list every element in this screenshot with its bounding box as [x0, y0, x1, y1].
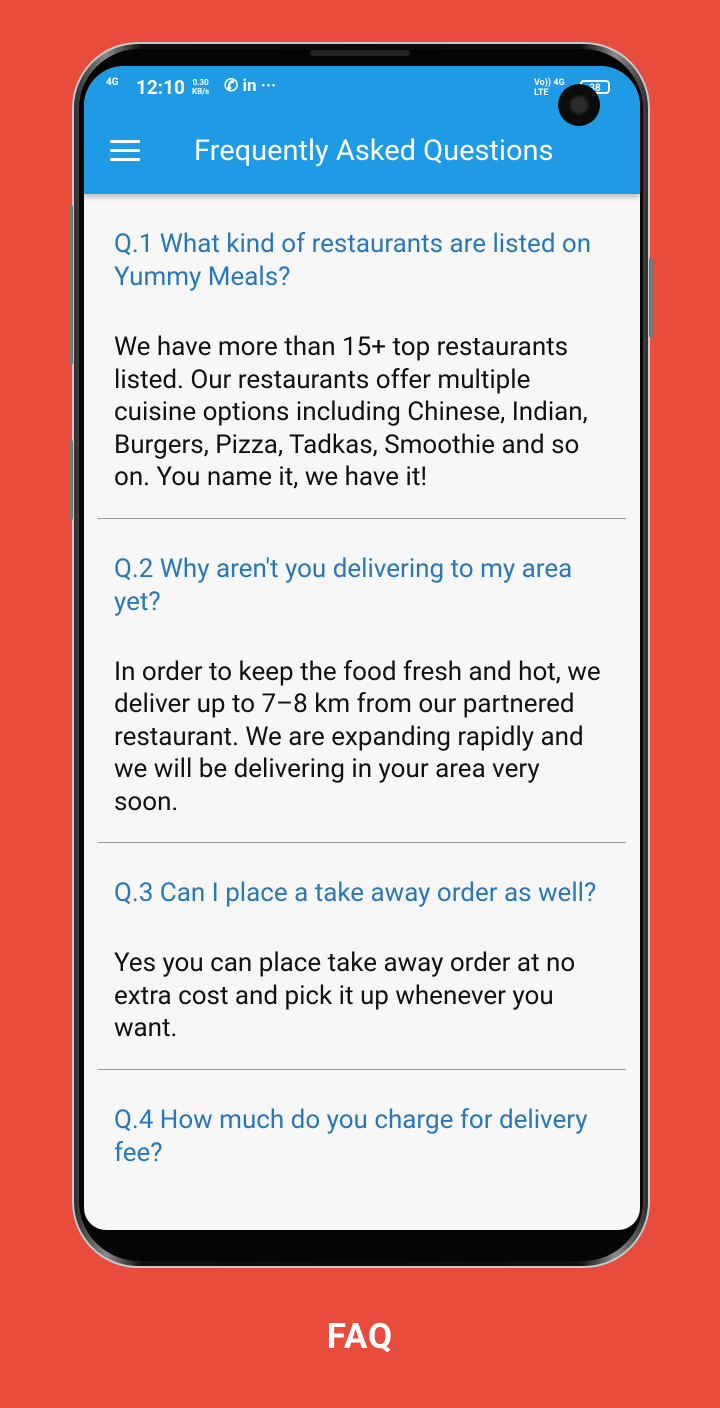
phone-screen: 4G 12:10 0.30 KB/s ✆ in ··· Vo)) 4G LTE …	[84, 66, 640, 1230]
faq-list[interactable]: Q.1 What kind of restaurants are listed …	[84, 194, 640, 1230]
notification-icons: ✆ in ···	[224, 76, 277, 96]
page-title: Frequently Asked Questions	[194, 134, 554, 168]
network-speed: 0.30 KB/s	[192, 78, 209, 96]
faq-question: Q.4 How much do you charge for delivery …	[114, 1104, 588, 1168]
faq-item-3: Q.3 Can I place a take away order as wel…	[98, 843, 626, 1070]
faq-answer: In order to keep the food fresh and hot,…	[114, 656, 601, 817]
promo-page: 4G 12:10 0.30 KB/s ✆ in ··· Vo)) 4G LTE …	[0, 0, 720, 1408]
phone-side-button-right	[649, 258, 653, 338]
faq-answer: We have more than 15+ top restaurants li…	[114, 332, 588, 492]
faq-item-4: Q.4 How much do you charge for delivery …	[98, 1070, 626, 1170]
faq-question: Q.1 What kind of restaurants are listed …	[114, 229, 592, 292]
promo-caption: FAQ	[326, 1316, 394, 1357]
status-bar: 4G 12:10 0.30 KB/s ✆ in ··· Vo)) 4G LTE …	[84, 66, 640, 112]
faq-question: Q.2 Why aren't you delivering to my area…	[114, 553, 573, 617]
network-speed-value: 0.30	[192, 78, 209, 87]
front-camera	[558, 84, 600, 126]
status-time: 12:10	[136, 76, 185, 99]
faq-question: Q.3 Can I place a take away order as wel…	[114, 878, 597, 908]
phone-side-button-left-1	[69, 205, 73, 365]
phone-side-button-left-2	[69, 440, 73, 520]
hamburger-menu-icon[interactable]	[110, 140, 140, 162]
app-toolbar: 4G 12:10 0.30 KB/s ✆ in ··· Vo)) 4G LTE …	[84, 66, 640, 194]
network-speed-unit: KB/s	[192, 87, 210, 96]
network-indicator: 4G	[106, 77, 119, 88]
faq-item-2: Q.2 Why aren't you delivering to my area…	[98, 519, 626, 843]
phone-speaker	[310, 50, 410, 56]
faq-answer: Yes you can place take away order at no …	[114, 948, 576, 1043]
faq-item-1: Q.1 What kind of restaurants are listed …	[98, 194, 626, 519]
